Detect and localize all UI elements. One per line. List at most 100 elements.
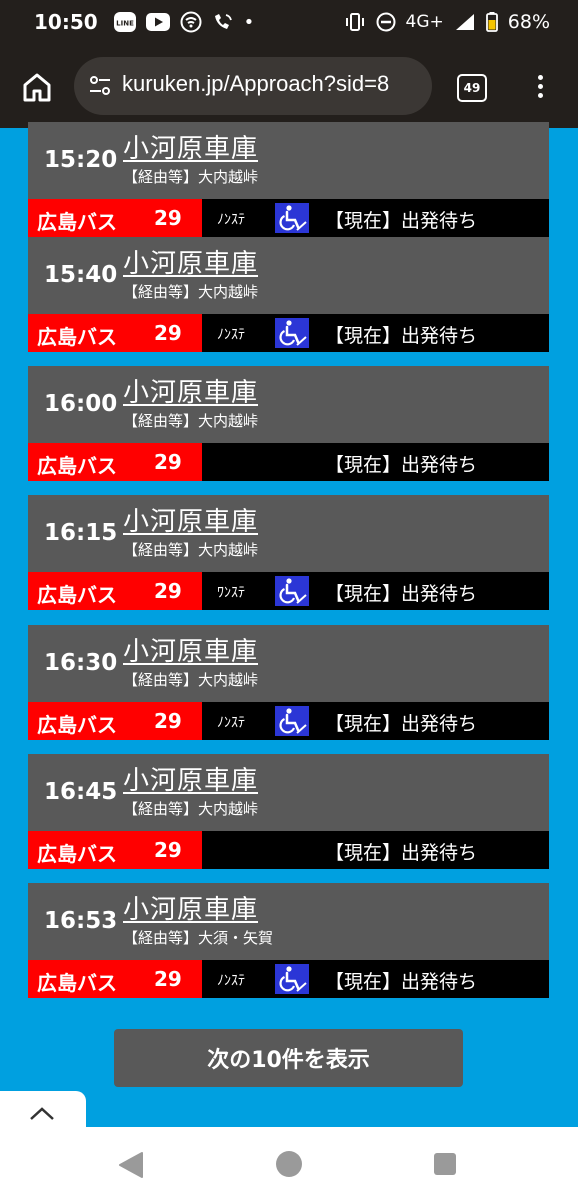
route-number: 29 <box>154 579 182 603</box>
destination-link[interactable]: 小河原車庫 <box>123 631 258 668</box>
destination-link[interactable]: 小河原車庫 <box>123 501 258 538</box>
via-text: 【経由等】大内越峠 <box>123 168 259 186</box>
company-cell: 広島バス 29 <box>28 831 202 869</box>
more-options-icon[interactable] <box>534 73 546 101</box>
stop-type: ﾜﾝｽﾃ <box>217 585 245 601</box>
youtube-icon <box>145 13 170 31</box>
back-button[interactable] <box>118 1151 144 1183</box>
route-number: 29 <box>154 206 182 230</box>
departure-info-row: 広島バス 29 ﾉﾝｽﾃ 【現在】出発待ち <box>28 314 549 352</box>
status-bar-right: 4G+ 68% <box>344 11 550 33</box>
company-cell: 広島バス 29 <box>28 702 202 740</box>
url-text: kuruken.jp/Approach?sid=8 <box>122 71 390 96</box>
departure-info-row: 広島バス 29 【現在】出発待ち <box>28 443 549 481</box>
departure-info-row: 広島バス 29 ﾜﾝｽﾃ 【現在】出発待ち <box>28 572 549 610</box>
bus-company: 広島バス <box>37 971 117 995</box>
departure-time: 16:45 <box>44 779 118 805</box>
chevron-up-icon <box>30 1107 54 1120</box>
destination-link[interactable]: 小河原車庫 <box>123 372 258 409</box>
wheelchair-icon <box>275 203 309 233</box>
departure-card: 16:45 小河原車庫 【経由等】大内越峠 広島バス 29 【現在】出発待ち <box>28 754 549 884</box>
signal-icon <box>454 13 476 31</box>
scroll-to-top-button[interactable] <box>0 1091 86 1131</box>
departure-card: 16:00 小河原車庫 【経由等】大内越峠 広島バス 29 【現在】出発待ち <box>28 366 549 496</box>
destination-link[interactable]: 小河原車庫 <box>123 889 258 926</box>
destination-link[interactable]: 小河原車庫 <box>123 243 258 280</box>
departure-card: 15:20 小河原車庫 【経由等】大内越峠 広島バス 29 ﾉﾝｽﾃ 【現在】出… <box>28 122 549 252</box>
via-text: 【経由等】大内越峠 <box>123 412 259 430</box>
route-number: 29 <box>154 967 182 991</box>
departure-time: 16:15 <box>44 520 118 546</box>
departure-status: 【現在】出発待ち <box>325 454 478 476</box>
destination-link[interactable]: 小河原車庫 <box>123 760 258 797</box>
home-circle-button[interactable] <box>276 1151 302 1177</box>
system-navigation-bar <box>0 1127 578 1200</box>
line-app-icon: LINE <box>113 12 136 32</box>
departure-card: 16:15 小河原車庫 【経由等】大内越峠 広島バス 29 ﾜﾝｽﾃ 【現在】出… <box>28 495 549 625</box>
via-text: 【経由等】大内越峠 <box>123 800 259 818</box>
departure-header: 16:00 小河原車庫 【経由等】大内越峠 <box>28 366 549 443</box>
site-settings-icon[interactable] <box>88 74 112 102</box>
bus-company: 広島バス <box>37 713 117 737</box>
route-number: 29 <box>154 838 182 862</box>
departure-time: 16:00 <box>44 391 118 417</box>
home-button[interactable] <box>20 70 54 104</box>
stop-type: ﾉﾝｽﾃ <box>217 715 245 731</box>
address-bar[interactable]: kuruken.jp/Approach?sid=8 <box>74 57 432 115</box>
recent-apps-button[interactable] <box>434 1153 456 1175</box>
route-number: 29 <box>154 709 182 733</box>
route-number: 29 <box>154 321 182 345</box>
network-type: 4G+ <box>405 12 444 32</box>
svg-text:LINE: LINE <box>116 20 134 28</box>
bus-company: 広島バス <box>37 325 117 349</box>
via-text: 【経由等】大内越峠 <box>123 671 259 689</box>
stop-type: ﾉﾝｽﾃ <box>217 212 245 228</box>
home-icon <box>23 73 51 102</box>
back-icon <box>119 1152 143 1178</box>
battery-icon <box>485 12 498 32</box>
tab-switcher-button[interactable]: 49 <box>457 74 487 102</box>
departure-header: 16:30 小河原車庫 【経由等】大内越峠 <box>28 625 549 702</box>
destination-link[interactable]: 小河原車庫 <box>123 128 258 165</box>
do-not-disturb-icon <box>376 12 396 32</box>
departure-info-row: 広島バス 29 ﾉﾝｽﾃ 【現在】出発待ち <box>28 199 549 237</box>
company-cell: 広島バス 29 <box>28 314 202 352</box>
wheelchair-icon <box>275 318 309 348</box>
departure-header: 16:15 小河原車庫 【経由等】大内越峠 <box>28 495 549 572</box>
next-10-button[interactable]: 次の10件を表示 <box>114 1029 463 1087</box>
wifi-call-phone-icon <box>212 12 234 32</box>
vibrate-icon <box>344 13 366 31</box>
bus-company: 広島バス <box>37 210 117 234</box>
notification-dot: • <box>243 11 255 33</box>
departure-header: 15:40 小河原車庫 【経由等】大内越峠 <box>28 237 549 314</box>
wheelchair-icon <box>275 964 309 994</box>
departure-time: 16:30 <box>44 650 118 676</box>
departure-status: 【現在】出発待ち <box>325 583 478 605</box>
bus-company: 広島バス <box>37 454 117 478</box>
browser-toolbar: kuruken.jp/Approach?sid=8 49 <box>0 44 578 128</box>
bus-company: 広島バス <box>37 583 117 607</box>
departure-time: 16:53 <box>44 908 118 934</box>
status-bar-left: 10:50 LINE • <box>34 10 254 34</box>
departure-header: 16:53 小河原車庫 【経由等】大須・矢賀 <box>28 883 549 960</box>
status-bar: 10:50 LINE • 4G+ 68% <box>0 0 578 44</box>
bus-company: 広島バス <box>37 842 117 866</box>
departure-info-row: 広島バス 29 ﾉﾝｽﾃ 【現在】出発待ち <box>28 960 549 998</box>
wheelchair-icon <box>275 706 309 736</box>
departure-status: 【現在】出発待ち <box>325 713 478 735</box>
company-cell: 広島バス 29 <box>28 443 202 481</box>
departure-header: 15:20 小河原車庫 【経由等】大内越峠 <box>28 122 549 199</box>
departure-time: 15:20 <box>44 147 118 173</box>
company-cell: 広島バス 29 <box>28 199 202 237</box>
company-cell: 広島バス 29 <box>28 960 202 998</box>
route-number: 29 <box>154 450 182 474</box>
wheelchair-icon <box>275 576 309 606</box>
stop-type: ﾉﾝｽﾃ <box>217 973 245 989</box>
via-text: 【経由等】大須・矢賀 <box>123 929 274 947</box>
company-cell: 広島バス 29 <box>28 572 202 610</box>
departure-card: 16:53 小河原車庫 【経由等】大須・矢賀 広島バス 29 ﾉﾝｽﾃ 【現在】… <box>28 883 549 1013</box>
departure-time: 15:40 <box>44 262 118 288</box>
departure-card: 15:40 小河原車庫 【経由等】大内越峠 広島バス 29 ﾉﾝｽﾃ 【現在】出… <box>28 237 549 367</box>
via-text: 【経由等】大内越峠 <box>123 283 259 301</box>
departure-status: 【現在】出発待ち <box>325 971 478 993</box>
